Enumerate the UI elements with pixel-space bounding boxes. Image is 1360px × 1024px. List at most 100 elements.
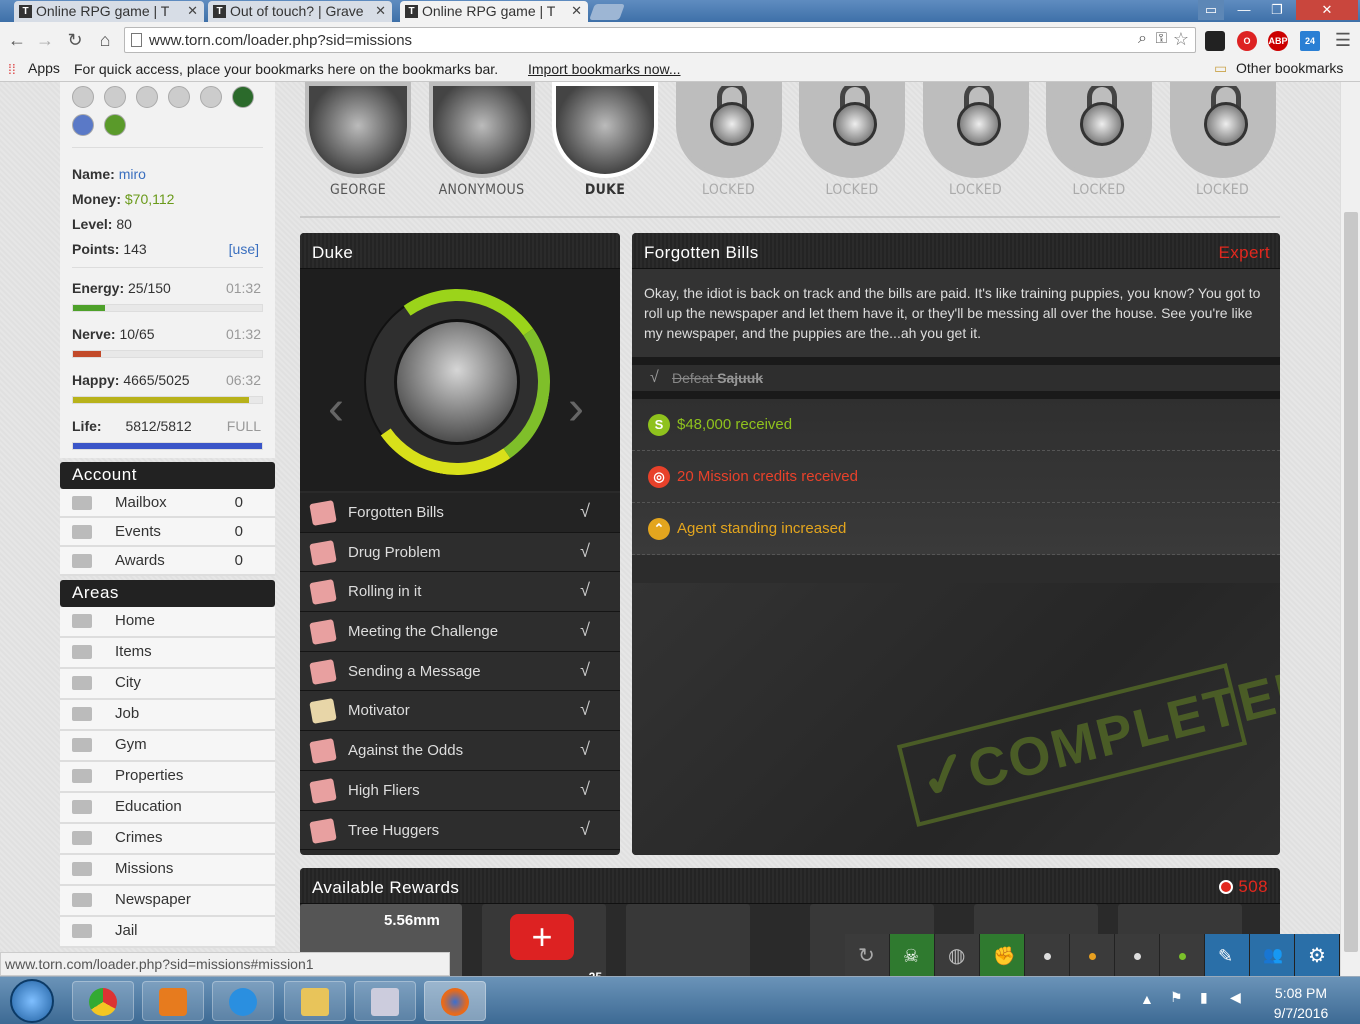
reward-item-3[interactable]: [626, 904, 750, 976]
agent-locked-7[interactable]: LOCKED: [1168, 82, 1278, 198]
objective-target[interactable]: Sajuuk: [717, 370, 763, 386]
status-dot-4[interactable]: [1160, 934, 1205, 976]
system-clock[interactable]: 5:08 PM 9/7/2016: [1258, 983, 1344, 1023]
donator-icon[interactable]: [104, 86, 126, 108]
sidebar-item-gym[interactable]: Gym: [60, 731, 275, 762]
reload-icon[interactable]: ↻: [64, 29, 86, 51]
bookmark-star-icon[interactable]: ☆: [1173, 29, 1189, 50]
property-icon[interactable]: [136, 86, 158, 108]
previous-agent-arrow-icon[interactable]: ‹: [328, 379, 348, 439]
stock-icon[interactable]: [168, 86, 190, 108]
action-center-icon[interactable]: ⚑: [1170, 989, 1183, 1006]
profile-icon[interactable]: ▭: [1198, 0, 1224, 20]
taskbar-ie[interactable]: [212, 981, 274, 1021]
menu-icon[interactable]: ☰: [1332, 29, 1354, 51]
tray-expand-icon[interactable]: ▲: [1140, 991, 1154, 1007]
account-item-events[interactable]: Events 0: [60, 518, 275, 547]
notes-button[interactable]: ✎: [1205, 934, 1250, 976]
start-button[interactable]: [10, 979, 54, 1023]
status-dot-2[interactable]: [1070, 934, 1115, 976]
sidebar-item-education[interactable]: Education: [60, 793, 275, 824]
close-tab-icon[interactable]: ✕: [571, 3, 582, 19]
close-tab-icon[interactable]: ✕: [187, 3, 198, 19]
other-bookmarks[interactable]: Other bookmarks: [1236, 60, 1343, 76]
calendar-extension-icon[interactable]: 24: [1300, 31, 1320, 51]
import-bookmarks-link[interactable]: Import bookmarks now...: [528, 61, 681, 77]
network-icon[interactable]: ▮: [1200, 989, 1208, 1006]
sidebar-item-job[interactable]: Job: [60, 700, 275, 731]
sidebar-item-home[interactable]: Home: [60, 607, 275, 638]
taskbar-calculator[interactable]: [354, 981, 416, 1021]
page-scrollbar[interactable]: [1340, 82, 1360, 976]
browser-tab-1[interactable]: T Online RPG game | T ✕: [14, 1, 204, 22]
volume-icon[interactable]: ◀: [1230, 989, 1241, 1006]
maximize-button[interactable]: ❐: [1262, 0, 1292, 20]
mission-list-item[interactable]: Rolling in it √: [300, 572, 620, 613]
home-icon[interactable]: ⌂: [94, 29, 116, 51]
account-item-mailbox[interactable]: Mailbox 0: [60, 489, 275, 518]
sidebar-item-missions[interactable]: Missions: [60, 855, 275, 886]
reward-item-first-aid[interactable]: +25: [482, 904, 606, 976]
faction-icon[interactable]: [232, 86, 254, 108]
sidebar-item-newspaper[interactable]: Newspaper: [60, 886, 275, 917]
address-bar[interactable]: www.torn.com/loader.php?sid=missions ⌕ ⚿…: [124, 27, 1196, 53]
globe-button[interactable]: ◍: [935, 934, 980, 976]
browser-tab-3[interactable]: T Online RPG game | T ✕: [400, 1, 588, 22]
agent-anonymous[interactable]: ANONYMOUS: [427, 82, 537, 198]
mission-list-item[interactable]: Against the Odds √: [300, 731, 620, 771]
forward-icon[interactable]: →: [34, 29, 56, 51]
drug-icon[interactable]: [104, 114, 126, 136]
adblock-icon[interactable]: ABP: [1268, 31, 1288, 51]
agent-george[interactable]: GEORGE: [303, 82, 413, 198]
sidebar-item-jail[interactable]: Jail: [60, 917, 275, 948]
mission-list-item[interactable]: Forgotten Bills √: [300, 493, 620, 533]
next-agent-arrow-icon[interactable]: ›: [568, 379, 588, 439]
name-row: Name: miro: [72, 162, 263, 187]
key-icon[interactable]: ⚿: [1156, 30, 1167, 47]
mission-list-item[interactable]: High Fliers √: [300, 770, 620, 811]
close-tab-icon[interactable]: ✕: [375, 3, 386, 19]
use-points-link[interactable]: [use]: [229, 237, 259, 262]
settings-button[interactable]: ⚙: [1295, 934, 1340, 976]
taskbar-media[interactable]: [142, 981, 204, 1021]
new-tab-button[interactable]: [589, 4, 625, 20]
agent-locked-4[interactable]: LOCKED: [797, 82, 907, 198]
agent-locked-3[interactable]: LOCKED: [674, 82, 784, 198]
scrollbar-thumb[interactable]: [1344, 212, 1358, 952]
opera-extension-icon[interactable]: O: [1237, 31, 1257, 51]
extension-icon[interactable]: [1205, 31, 1225, 51]
zoom-icon[interactable]: ⌕: [1138, 30, 1147, 48]
mission-list-item[interactable]: Drug Problem √: [300, 532, 620, 573]
mission-list-item[interactable]: Sending a Message √: [300, 651, 620, 692]
sidebar-item-crimes[interactable]: Crimes: [60, 824, 275, 855]
account-item-awards[interactable]: Awards 0: [60, 547, 275, 576]
education-icon[interactable]: [200, 86, 222, 108]
agent-duke[interactable]: DUKE: [550, 82, 660, 198]
link-icon[interactable]: [72, 114, 94, 136]
sidebar-item-city[interactable]: City: [60, 669, 275, 700]
mission-list-item[interactable]: Tree Huggers √: [300, 810, 620, 851]
faction-button[interactable]: ☠: [890, 934, 935, 976]
taskbar-firefox[interactable]: [424, 981, 486, 1021]
browser-tab-2[interactable]: T Out of touch? | Grave ✕: [208, 1, 392, 22]
sidebar-item-items[interactable]: Items: [60, 638, 275, 669]
bank-icon[interactable]: [72, 86, 94, 108]
status-dot-3[interactable]: [1115, 934, 1160, 976]
sidebar-item-properties[interactable]: Properties: [60, 762, 275, 793]
taskbar-explorer[interactable]: [284, 981, 346, 1021]
fist-button[interactable]: ✊: [980, 934, 1025, 976]
refresh-button[interactable]: ↻: [845, 934, 890, 976]
back-icon[interactable]: ←: [6, 29, 28, 51]
agent-locked-portrait: [675, 82, 782, 178]
friends-button[interactable]: 👥: [1250, 934, 1295, 976]
agent-locked-5[interactable]: LOCKED: [921, 82, 1031, 198]
user-name[interactable]: miro: [119, 166, 146, 182]
mission-list-item[interactable]: Motivator √: [300, 691, 620, 732]
mission-list-item[interactable]: Meeting the Challenge √: [300, 612, 620, 652]
close-window-button[interactable]: ✕: [1296, 0, 1358, 20]
apps-link[interactable]: Apps: [28, 60, 60, 76]
agent-locked-6[interactable]: LOCKED: [1044, 82, 1154, 198]
minimize-button[interactable]: —: [1230, 0, 1258, 20]
taskbar-chrome[interactable]: [72, 981, 134, 1021]
status-dot-1[interactable]: [1025, 934, 1070, 976]
